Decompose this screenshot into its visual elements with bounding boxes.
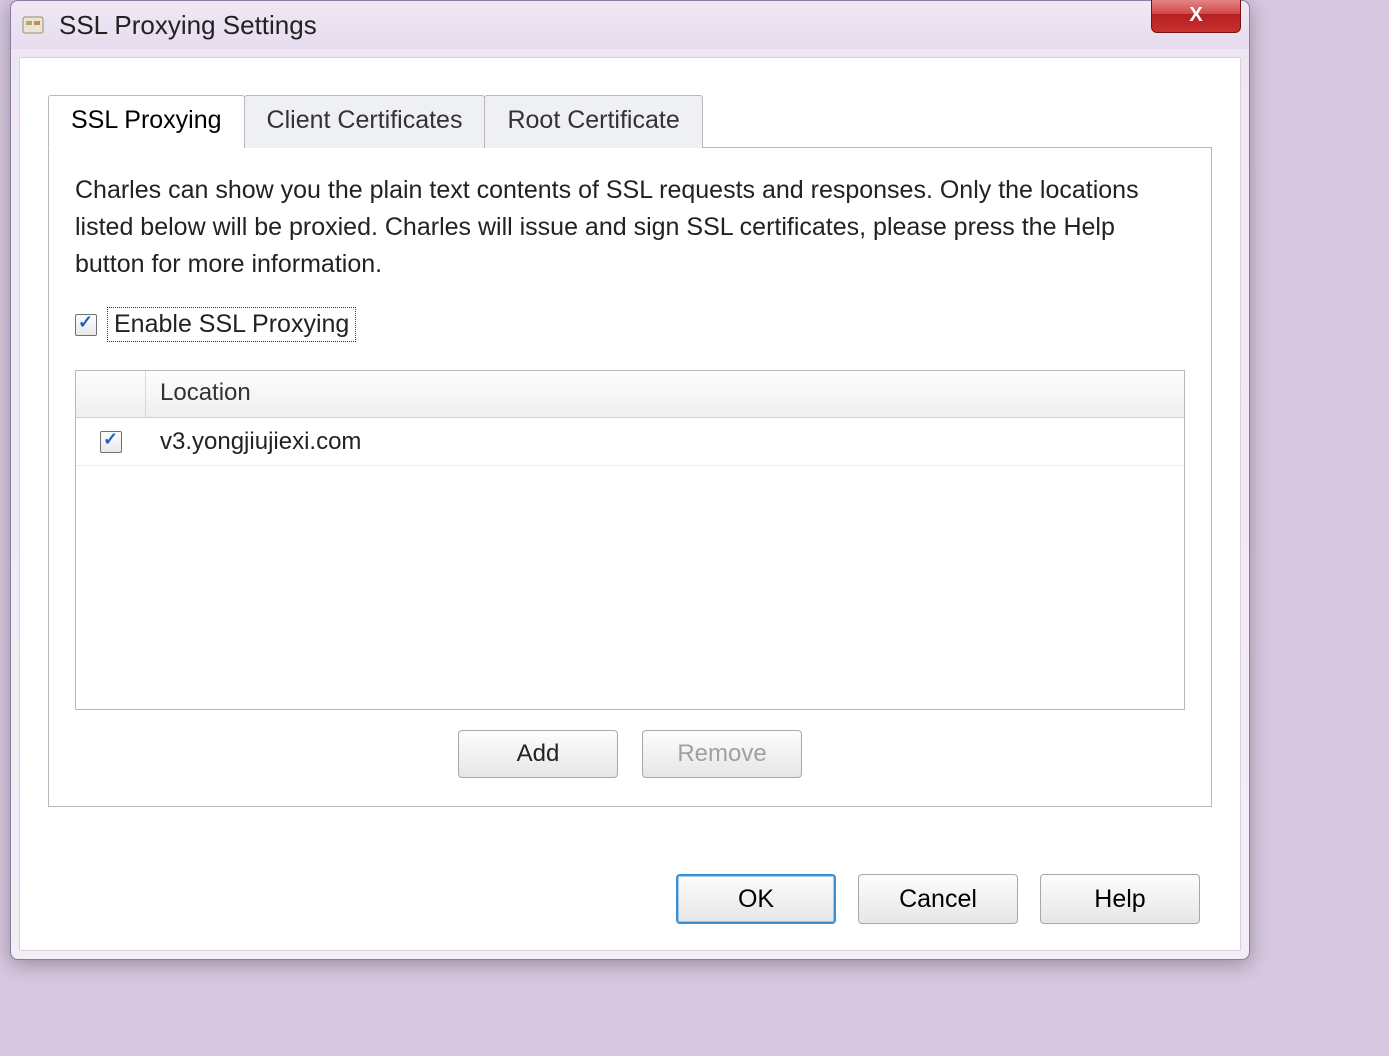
- tab-bar: SSL Proxying Client Certificates Root Ce…: [48, 94, 1212, 148]
- titlebar[interactable]: SSL Proxying Settings X: [11, 1, 1249, 49]
- column-location[interactable]: Location: [146, 371, 1184, 417]
- tab-ssl-proxying[interactable]: SSL Proxying: [48, 95, 245, 148]
- tab-label: Client Certificates: [267, 106, 463, 134]
- tab-client-certificates[interactable]: Client Certificates: [244, 95, 486, 148]
- close-icon: X: [1189, 4, 1202, 27]
- row-checkbox[interactable]: [100, 431, 122, 453]
- enable-ssl-row: Enable SSL Proxying: [75, 307, 1185, 342]
- row-location-cell: v3.yongjiujiexi.com: [146, 428, 1184, 456]
- dialog-button-row: OK Cancel Help: [676, 874, 1200, 924]
- window-title: SSL Proxying Settings: [59, 10, 317, 41]
- table-row[interactable]: v3.yongjiujiexi.com: [76, 418, 1184, 466]
- remove-button[interactable]: Remove: [642, 730, 802, 778]
- enable-ssl-checkbox[interactable]: [75, 314, 97, 336]
- tab-panel-ssl-proxying: Charles can show you the plain text cont…: [48, 148, 1212, 807]
- ok-button[interactable]: OK: [676, 874, 836, 924]
- locations-table: Location v3.yongjiujiexi.com: [75, 370, 1185, 710]
- tab-label: SSL Proxying: [71, 106, 222, 134]
- column-checkbox[interactable]: [76, 371, 146, 417]
- row-checkbox-cell: [76, 431, 146, 453]
- tab-root-certificate[interactable]: Root Certificate: [484, 95, 702, 148]
- dialog-client-area: SSL Proxying Client Certificates Root Ce…: [19, 57, 1241, 951]
- help-button[interactable]: Help: [1040, 874, 1200, 924]
- table-body: v3.yongjiujiexi.com: [76, 418, 1184, 709]
- app-icon: [21, 13, 45, 37]
- column-location-label: Location: [160, 379, 251, 406]
- tab-label: Root Certificate: [507, 106, 679, 134]
- table-button-row: Add Remove: [75, 730, 1185, 778]
- add-button[interactable]: Add: [458, 730, 618, 778]
- table-header: Location: [76, 371, 1184, 418]
- close-button[interactable]: X: [1151, 0, 1241, 33]
- enable-ssl-label: Enable SSL Proxying: [107, 307, 356, 342]
- dialog-window: SSL Proxying Settings X SSL Proxying Cli…: [10, 0, 1250, 960]
- description-text: Charles can show you the plain text cont…: [75, 172, 1185, 283]
- cancel-button[interactable]: Cancel: [858, 874, 1018, 924]
